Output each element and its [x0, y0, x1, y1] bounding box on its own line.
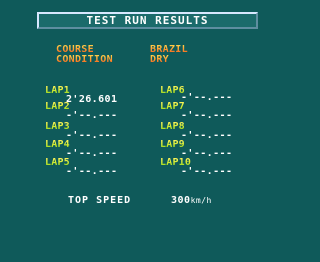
lap-6-time: -'--.---: [181, 92, 233, 103]
lap-8-time: -'--.---: [181, 130, 233, 141]
lap-2-time: -'--.---: [66, 110, 118, 121]
lap-1-time: 2'26.601: [66, 94, 118, 105]
screen-title: TEST RUN RESULTS: [86, 14, 209, 27]
top-speed-label: TOP SPEED: [68, 195, 132, 206]
lap-7-time: -'--.---: [181, 110, 233, 121]
top-speed-unit: km/h: [190, 196, 212, 205]
results-screen: TEST RUN RESULTS COURSE BRAZIL CONDITION…: [0, 0, 300, 262]
condition-label: CONDITION: [56, 54, 113, 65]
lap-10-time: -'--.---: [181, 166, 233, 177]
lap-5-time: -'--.---: [66, 166, 118, 177]
condition-value: DRY: [150, 54, 169, 65]
top-speed-readout: 300km/h: [171, 196, 212, 206]
title-banner: TEST RUN RESULTS: [37, 12, 258, 29]
lap-3-time: -'--.---: [66, 130, 118, 141]
lap-4-time: -'--.---: [66, 148, 118, 159]
top-speed-value: 300: [171, 195, 191, 206]
